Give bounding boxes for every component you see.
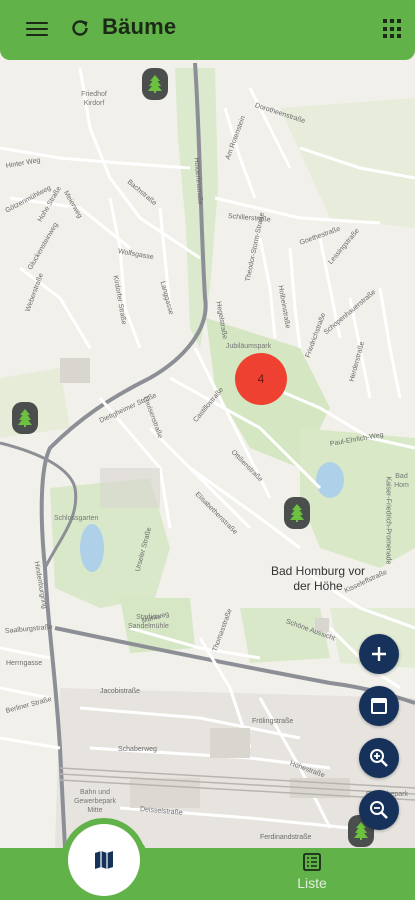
- place-label: Jubiläumspark: [226, 343, 272, 350]
- place-label: Bad Hom: [394, 473, 409, 489]
- app-bar: Bäume: [0, 0, 415, 60]
- street-label: Herrngasse: [6, 660, 43, 667]
- map-icon: [95, 851, 113, 869]
- list-icon: [303, 853, 321, 871]
- tab-list-label: Liste: [297, 875, 327, 891]
- tree-marker[interactable]: [12, 402, 38, 434]
- city-label: Bad Homburg vor der Höhe: [270, 564, 366, 593]
- zoom-out-icon: [370, 801, 388, 819]
- tree-marker[interactable]: [284, 497, 310, 529]
- tree-icon: [290, 504, 304, 522]
- map-base: [0, 62, 415, 848]
- tree-icon: [148, 75, 162, 93]
- refresh-icon[interactable]: [68, 16, 92, 40]
- layers-button[interactable]: [359, 686, 399, 726]
- add-button[interactable]: [359, 634, 399, 674]
- layers-icon: [371, 698, 387, 714]
- zoom-in-icon: [370, 749, 388, 767]
- map-view[interactable]: Hölderlinstraße Dorotheenstraße Am Roten…: [0, 48, 415, 848]
- tree-icon: [18, 409, 32, 427]
- cluster-marker[interactable]: 4: [235, 353, 287, 405]
- bottom-navigation: [0, 848, 415, 900]
- street-label: Ferdinandstraße: [260, 834, 312, 841]
- menu-icon[interactable]: [26, 18, 48, 40]
- zoom-in-button[interactable]: [359, 738, 399, 778]
- tree-marker[interactable]: [142, 68, 168, 100]
- apps-grid-icon[interactable]: [383, 19, 403, 39]
- place-label: Bahn und Gewerbepark Mitte: [73, 789, 117, 814]
- tab-list[interactable]: Liste: [280, 852, 344, 898]
- zoom-out-button[interactable]: [359, 790, 399, 830]
- page-title: Bäume: [102, 14, 177, 39]
- street-label: Frölingstraße: [252, 718, 294, 725]
- place-label: Friedhof Kirdorf: [81, 91, 107, 107]
- place-label: Schlossgarten: [54, 515, 99, 522]
- plus-icon: [372, 647, 386, 661]
- street-label: Schaberweg: [118, 746, 157, 753]
- street-label: Jacobistraße: [100, 688, 141, 695]
- tab-map[interactable]: [68, 824, 140, 896]
- place-label: Stadion Sandelmühle: [128, 614, 169, 630]
